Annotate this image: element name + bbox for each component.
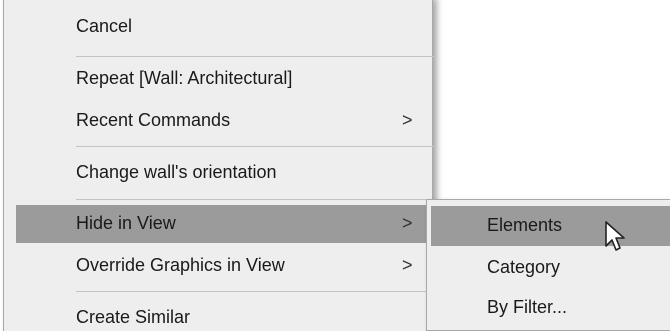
menu-separator — [76, 56, 434, 57]
chevron-right-icon: > — [402, 255, 413, 275]
menu-item-label: Change wall's orientation — [76, 162, 277, 182]
submenu-item-label: Elements — [487, 215, 563, 235]
menu-separator — [76, 199, 434, 200]
menu-item-create-similar[interactable]: Create Similar — [16, 299, 434, 331]
submenu-item-elements[interactable]: Elements — [431, 206, 670, 246]
menu-item-label: Create Similar — [76, 307, 191, 327]
menu-item-label: Override Graphics in View — [76, 255, 285, 275]
submenu-item-by-filter[interactable]: By Filter... — [431, 288, 670, 328]
menu-item-repeat[interactable]: Repeat [Wall: Architectural] — [16, 60, 434, 98]
menu-item-label: Cancel — [76, 16, 133, 36]
menu-item-override-graphics[interactable]: Override Graphics in View > — [16, 247, 434, 285]
screen: Cancel Repeat [Wall: Architectural] Rece… — [0, 0, 670, 331]
menu-item-label: Repeat [Wall: Architectural] — [76, 68, 293, 88]
chevron-right-icon: > — [402, 213, 413, 233]
menu-separator — [76, 146, 434, 147]
chevron-right-icon: > — [402, 110, 413, 130]
menu-separator — [76, 291, 434, 292]
submenu-item-category[interactable]: Category — [431, 248, 670, 288]
mouse-pointer-icon — [605, 221, 625, 251]
context-menu: Cancel Repeat [Wall: Architectural] Rece… — [3, 0, 434, 331]
menu-item-recent-commands[interactable]: Recent Commands > — [16, 102, 434, 140]
menu-item-label: Recent Commands — [76, 110, 231, 130]
menu-item-change-wall-orientation[interactable]: Change wall's orientation — [16, 154, 434, 192]
submenu-item-label: Category — [487, 257, 561, 277]
menu-item-hide-in-view[interactable]: Hide in View > — [16, 205, 434, 243]
menu-item-cancel[interactable]: Cancel — [16, 8, 434, 46]
submenu-item-label: By Filter... — [487, 297, 568, 317]
menu-item-label: Hide in View — [76, 213, 176, 233]
hide-in-view-submenu: Elements Category By Filter... — [426, 199, 670, 331]
